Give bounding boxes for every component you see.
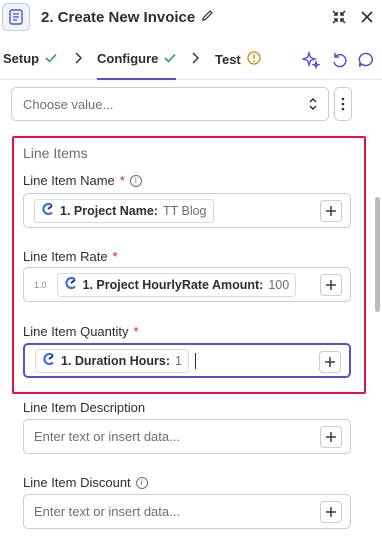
chevron-right-icon	[74, 52, 82, 67]
integration-logo-icon	[42, 352, 56, 369]
collapse-arrows-icon[interactable]	[328, 6, 350, 28]
chip-label: 1. Duration Hours:	[61, 353, 171, 368]
line-item-discount-label-text: Line Item Discount	[23, 475, 131, 490]
insert-data-button[interactable]	[320, 200, 342, 222]
line-item-discount-input[interactable]: Enter text or insert data...	[23, 494, 351, 529]
line-item-name-input[interactable]: 1. Project Name: TT Blog	[23, 193, 351, 228]
input-placeholder: Enter text or insert data...	[34, 429, 180, 444]
insert-data-button[interactable]	[320, 426, 342, 448]
tab-test-label: Test	[215, 52, 241, 67]
tab-setup[interactable]: Setup	[3, 51, 57, 66]
chip-value: TT Blog	[162, 203, 207, 218]
pencil-icon[interactable]	[201, 9, 214, 26]
integration-logo-icon	[64, 276, 78, 293]
tab-configure[interactable]: Configure	[97, 51, 177, 80]
plus-icon	[326, 206, 336, 216]
input-placeholder: Enter text or insert data...	[34, 504, 180, 519]
required-marker: *	[133, 324, 139, 339]
line-item-rate-label: Line Item Rate *	[23, 249, 118, 264]
chip-value: 1	[175, 353, 182, 368]
plus-icon	[325, 357, 335, 367]
required-marker: *	[112, 249, 118, 264]
undo-icon[interactable]	[328, 49, 350, 71]
line-item-quantity-label-text: Line Item Quantity	[23, 324, 129, 339]
line-item-description-input[interactable]: Enter text or insert data...	[23, 419, 351, 454]
line-item-name-label-text: Line Item Name	[23, 173, 115, 188]
line-item-description-label: Line Item Description	[23, 400, 145, 415]
more-options-button[interactable]	[334, 87, 352, 121]
line-item-description-label-text: Line Item Description	[23, 400, 146, 415]
plus-icon	[326, 280, 336, 290]
line-item-rate-label-text: Line Item Rate	[23, 249, 108, 264]
sparkle-icon[interactable]	[300, 49, 322, 71]
configure-form[interactable]: Choose value... Line Items Line Item Nam…	[0, 81, 382, 540]
updown-chevron-icon	[308, 96, 318, 115]
comment-icon[interactable]	[355, 49, 377, 71]
mapped-data-chip[interactable]: 1. Duration Hours: 1	[35, 348, 189, 373]
line-item-quantity-label: Line Item Quantity *	[23, 324, 139, 339]
step-title[interactable]: 2. Create New Invoice	[41, 9, 214, 26]
number-type-indicator: 1.0	[34, 279, 47, 290]
check-icon	[164, 51, 176, 66]
line-item-name-label: Line Item Name * i	[23, 173, 142, 188]
step-tabs: Setup Configure Test	[0, 40, 382, 80]
select-placeholder: Choose value...	[23, 96, 114, 112]
line-item-quantity-input[interactable]: 1. Duration Hours: 1	[23, 343, 351, 378]
chevron-right-icon	[191, 52, 199, 67]
step-header: 2. Create New Invoice	[0, 0, 382, 40]
mapped-data-chip[interactable]: 1. Project HourlyRate Amount: 100	[56, 272, 297, 297]
chip-label: 1. Project HourlyRate Amount:	[82, 277, 264, 292]
line-item-rate-input[interactable]: 1.0 1. Project HourlyRate Amount: 100	[23, 267, 351, 302]
check-icon	[45, 51, 57, 66]
scrollbar-thumb[interactable]	[375, 197, 380, 312]
chip-label: 1. Project Name:	[60, 203, 158, 218]
plus-icon	[326, 507, 336, 517]
step-title-text: 2. Create New Invoice	[41, 9, 196, 26]
required-marker: *	[119, 173, 125, 188]
close-icon[interactable]	[356, 6, 378, 28]
chip-value: 100	[268, 277, 290, 292]
plus-icon	[326, 432, 336, 442]
info-icon[interactable]: i	[129, 174, 142, 187]
info-icon[interactable]: i	[135, 476, 148, 489]
kebab-icon	[341, 97, 345, 111]
choose-value-select[interactable]: Choose value...	[11, 87, 329, 121]
tab-configure-label: Configure	[97, 51, 159, 66]
warning-icon	[247, 51, 261, 68]
line-item-discount-label: Line Item Discount i	[23, 475, 148, 490]
integration-logo-icon	[41, 202, 55, 219]
tab-setup-label: Setup	[3, 51, 40, 66]
mapped-data-chip[interactable]: 1. Project Name: TT Blog	[34, 198, 214, 223]
insert-data-button[interactable]	[320, 274, 342, 296]
tab-test[interactable]: Test	[215, 51, 261, 68]
line-items-title: Line Items	[23, 145, 88, 161]
insert-data-button[interactable]	[319, 351, 341, 373]
invoice-app-icon	[2, 3, 30, 31]
insert-data-button[interactable]	[320, 501, 342, 523]
text-cursor	[195, 352, 196, 369]
